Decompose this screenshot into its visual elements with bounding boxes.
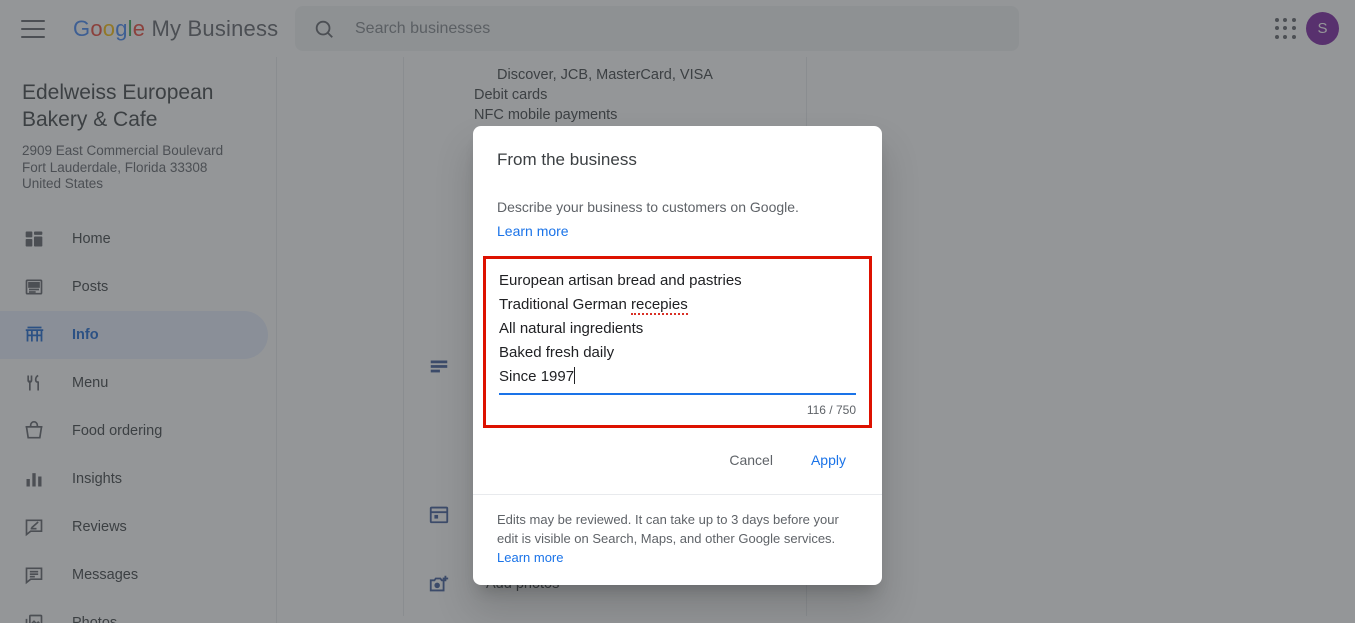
dialog-header: From the business Describe your business… [473, 126, 882, 241]
dialog-footer-note: Edits may be reviewed. It can take up to… [473, 494, 882, 585]
dialog-description-text: Describe your business to customers on G… [497, 199, 799, 215]
character-counter: 116 / 750 [499, 403, 856, 417]
cancel-button[interactable]: Cancel [717, 444, 785, 476]
screen: Google My Business S Edelweiss European … [0, 0, 1355, 623]
description-field-highlight: European artisan bread and pastries Trad… [483, 256, 872, 428]
footer-note-text: Edits may be reviewed. It can take up to… [497, 512, 839, 546]
text-cursor [574, 367, 575, 384]
from-the-business-dialog: From the business Describe your business… [473, 126, 882, 585]
textarea-line-5-text: Since 1997 [499, 368, 574, 385]
apply-button[interactable]: Apply [799, 444, 858, 476]
textarea-line-4: Baked fresh daily [499, 341, 856, 365]
learn-more-link[interactable]: Learn more [497, 221, 569, 241]
footer-learn-more-link[interactable]: Learn more [497, 550, 563, 565]
dialog-description: Describe your business to customers on G… [497, 197, 858, 241]
dialog-actions: Cancel Apply [473, 428, 882, 494]
textarea-line-2-prefix: Traditional German [499, 296, 631, 313]
textarea-line-3: All natural ingredients [499, 317, 856, 341]
textarea-line-5: Since 1997 [499, 365, 856, 389]
textarea-line-1: European artisan bread and pastries [499, 269, 856, 293]
dialog-title: From the business [497, 150, 858, 170]
focus-underline [499, 393, 856, 395]
misspelled-word: recepies [631, 296, 688, 315]
description-textarea[interactable]: European artisan bread and pastries Trad… [499, 269, 856, 389]
textarea-line-2: Traditional German recepies [499, 293, 856, 317]
